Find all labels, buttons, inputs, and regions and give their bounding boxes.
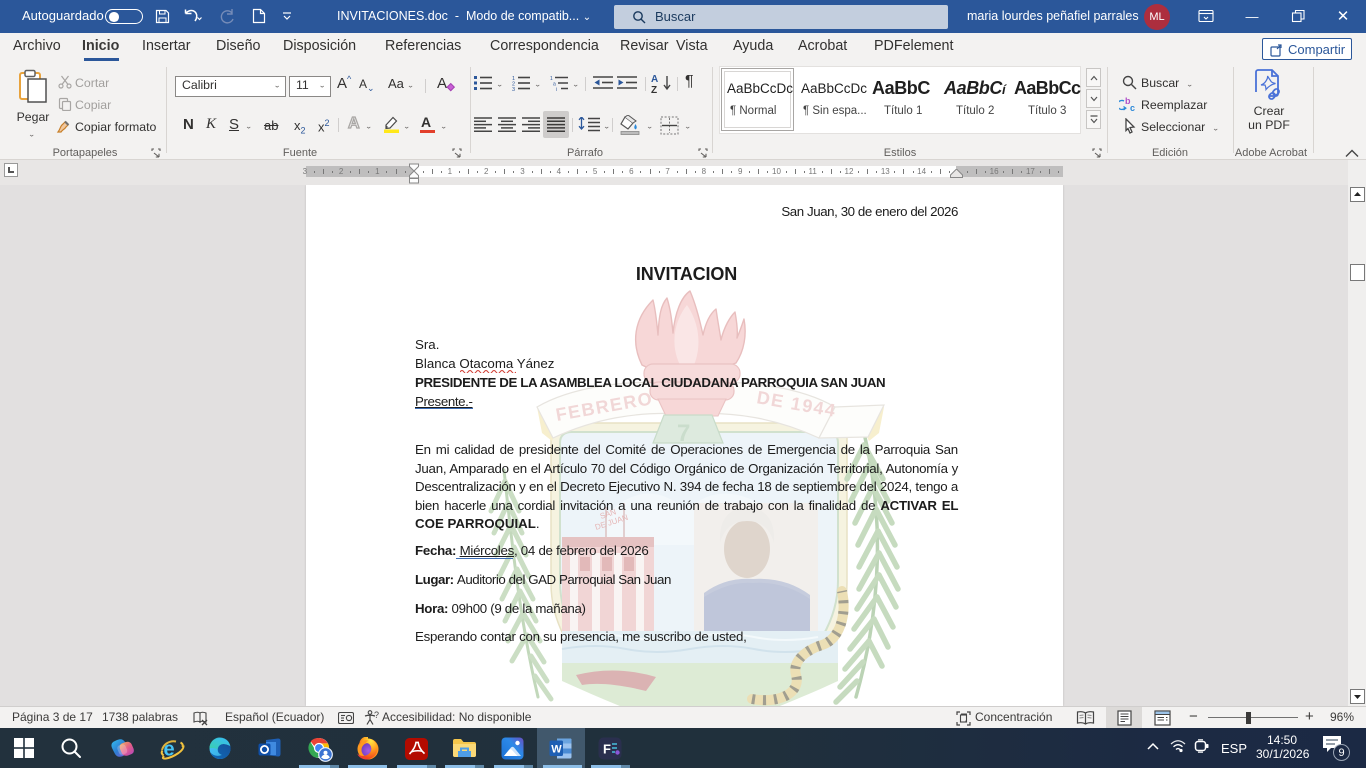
svg-text:?: ? [374, 710, 379, 720]
svg-text:c: c [1130, 103, 1135, 112]
svg-text:F: F [603, 742, 611, 757]
svg-text:3: 3 [512, 87, 515, 91]
svg-text:W: W [551, 744, 562, 756]
svg-text:i: i [556, 87, 557, 91]
